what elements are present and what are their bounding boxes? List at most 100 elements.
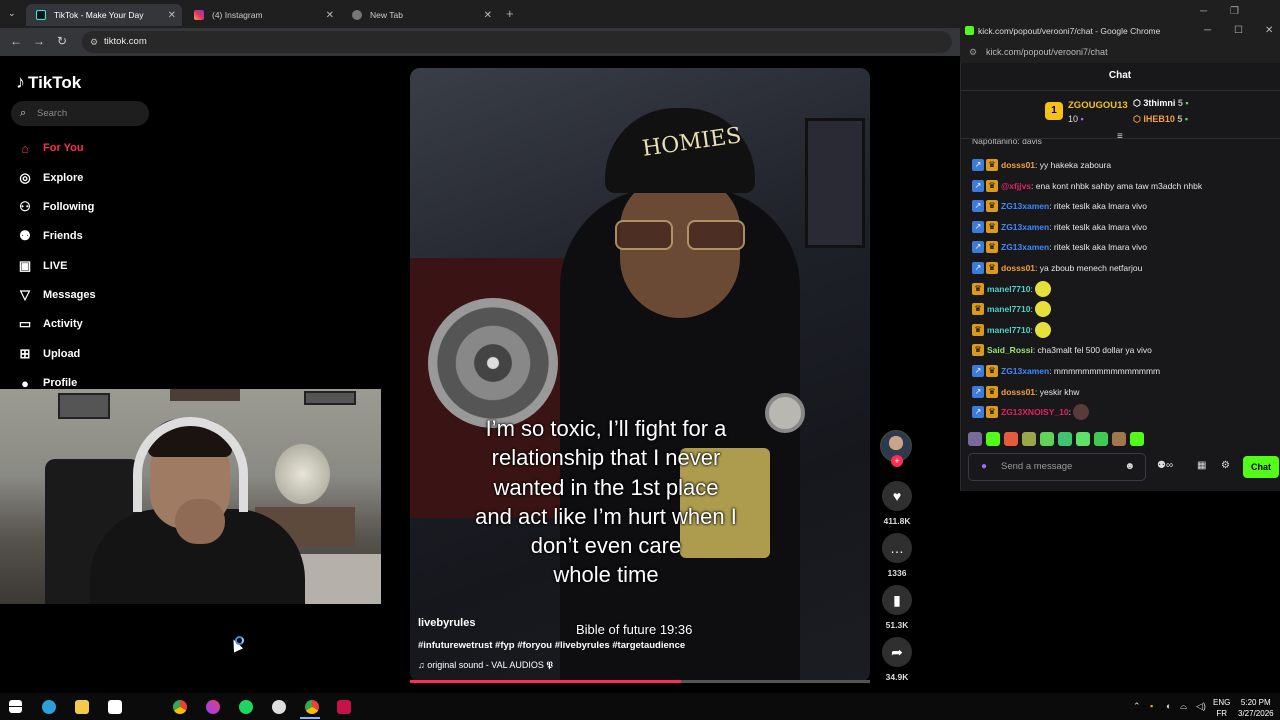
emoji-icon[interactable]: ☻ (1124, 454, 1135, 480)
tiktok-logo[interactable]: ♪ TikTok (16, 72, 81, 93)
chat-username[interactable]: dosss01 (1001, 387, 1035, 397)
chat-message[interactable]: ♛ manel7710: (972, 320, 1051, 340)
emote-icon[interactable] (1022, 432, 1036, 446)
nav-explore[interactable]: ◎ Explore (16, 168, 83, 188)
chat-username[interactable]: dosss01 (1001, 160, 1035, 170)
chat-message[interactable]: ↗ ♛ ZG13xamen: ritek teslk aka lmara vivo (972, 196, 1147, 216)
emote-icon[interactable] (1112, 432, 1126, 446)
share-button[interactable]: ➦ (882, 637, 912, 667)
emote-icon[interactable] (1040, 432, 1054, 446)
video-sound[interactable]: ♫ original sound - VAL AUDIOS 𝕻 (418, 660, 553, 671)
close-tab-icon[interactable]: ✕ (326, 10, 334, 21)
kick-url-bar[interactable]: ⚙ kick.com/popout/verooni7/chat (960, 42, 1280, 63)
chat-message[interactable]: ↗ ♛ ZG13XNOISY_10: (972, 402, 1089, 422)
close-tab-icon[interactable]: ✕ (168, 10, 176, 21)
browser-restore-icon[interactable]: ❐ (1230, 6, 1239, 17)
obs-icon[interactable] (272, 700, 286, 714)
emote-icon[interactable] (1130, 432, 1144, 446)
close-tab-icon[interactable]: ✕ (484, 10, 492, 21)
windows-start-icon[interactable] (9, 700, 22, 713)
chat-message-input[interactable]: ● Send a message ☻ (968, 453, 1146, 481)
leaderboard-user-3[interactable]: ⬡ IHEB10 5 ▪ (1133, 114, 1188, 125)
video-progress-bar[interactable] (410, 680, 870, 683)
forward-icon[interactable]: → (33, 34, 45, 48)
leaderboard-top-user[interactable]: ZGOUGOU13 (1068, 100, 1128, 111)
chat-message[interactable]: ↗ ♛ dosss01: ya zboub menech netfarjou (972, 258, 1142, 278)
tab-search-icon[interactable]: ⌄ (8, 8, 16, 19)
new-tab-button[interactable]: + (506, 6, 514, 21)
chat-message[interactable]: ↗ ♛ ZG13xamen: ritek teslk aka lmara vivo (972, 237, 1147, 257)
nav-live[interactable]: ▣ LIVE (16, 256, 68, 276)
users-icon[interactable]: ⚉∞ (1157, 460, 1173, 471)
nav-upload[interactable]: ⊞ Upload (16, 344, 81, 364)
chat-username[interactable]: Said_Rossi (987, 345, 1033, 355)
tray-chevron-icon[interactable]: ⌃ (1133, 701, 1141, 712)
close-icon[interactable]: ✕ (1265, 20, 1273, 42)
microphone-icon[interactable]: ● (981, 454, 987, 480)
tab-instagram[interactable]: (4) Instagram ✕ (184, 4, 340, 26)
spotify-icon[interactable] (239, 700, 253, 714)
chat-message[interactable]: ↗ ♛ dosss01: yeskir khw (972, 382, 1079, 402)
nav-friends[interactable]: ⚉ Friends (16, 226, 83, 246)
tray-discord-icon[interactable]: ◐ (1166, 701, 1171, 711)
clock[interactable]: 5:20 PM 3/27/2026 (1238, 697, 1274, 719)
tab-new-tab[interactable]: New Tab ✕ (342, 4, 498, 26)
app-icon[interactable] (337, 700, 351, 714)
back-icon[interactable]: ← (10, 34, 22, 48)
chat-message[interactable]: ♛ manel7710: (972, 299, 1051, 319)
emote-icon[interactable] (1094, 432, 1108, 446)
language-indicator[interactable]: ENG FR (1213, 697, 1230, 719)
chat-message[interactable]: ↗ ♛ dosss01: yy hakeka zaboura (972, 155, 1111, 175)
search-input[interactable]: ⌕ Search (11, 101, 149, 126)
nav-for-you[interactable]: ⌂ For You (16, 138, 83, 158)
emote-icon[interactable] (1058, 432, 1072, 446)
leaderboard-user-2[interactable]: ⬡ 3thimni 5 ▪ (1133, 98, 1189, 109)
volume-icon[interactable]: ◁) (1196, 701, 1206, 712)
maximize-icon[interactable]: ☐ (1234, 20, 1243, 42)
like-button[interactable]: ♥ (882, 481, 912, 511)
chat-message[interactable]: ↗ ♛ ZG13xamen: mmmmmmmmmmmmmmm (972, 361, 1160, 381)
tray-app-icon[interactable]: ▪ (1150, 701, 1153, 711)
chat-username[interactable]: @xfjjvs (1001, 181, 1031, 191)
tab-tiktok[interactable]: TikTok - Make Your Day ✕ (26, 4, 182, 26)
chat-username[interactable]: ZG13xamen (1001, 366, 1049, 376)
nav-messages[interactable]: ▽ Messages (16, 285, 96, 305)
emote-icon[interactable] (1076, 432, 1090, 446)
address-bar[interactable]: ⚙ tiktok.com (82, 31, 952, 53)
video-player[interactable]: HOMIES (410, 68, 870, 682)
save-button[interactable]: ▮ (882, 585, 912, 615)
messenger-icon[interactable] (206, 700, 220, 714)
chat-username[interactable]: ZG13xamen (1001, 242, 1049, 252)
chat-username[interactable]: manel7710 (987, 304, 1030, 314)
emote-icon[interactable] (986, 432, 1000, 446)
reload-icon[interactable]: ↻ (57, 34, 67, 48)
chat-send-button[interactable]: Chat (1243, 456, 1279, 478)
video-hashtags[interactable]: #infuturewetrust #fyp #foryou #livebyrul… (418, 640, 685, 651)
emote-icon[interactable] (968, 432, 982, 446)
chat-username[interactable]: manel7710 (987, 325, 1030, 335)
chrome-taskbar-icon[interactable] (173, 700, 187, 714)
video-author[interactable]: livebyrules (418, 617, 475, 629)
browser-minimize-icon[interactable]: ─ (1200, 6, 1207, 17)
emote-quick-bar[interactable] (968, 432, 1144, 446)
comment-button[interactable]: … (882, 533, 912, 563)
nav-activity[interactable]: ▭ Activity (16, 314, 83, 334)
store-icon[interactable] (108, 700, 122, 714)
emote-icon[interactable] (1004, 432, 1018, 446)
chat-message[interactable]: ♛ Said_Rossi: cha3malt fel 500 dollar ya … (972, 340, 1152, 360)
chat-username[interactable]: ZG13XNOISY_10 (1001, 407, 1069, 417)
chat-username[interactable]: dosss01 (1001, 263, 1035, 273)
edge-icon[interactable] (42, 700, 56, 714)
follow-plus-icon[interactable]: + (891, 455, 903, 467)
network-icon[interactable]: ⌓ (1180, 701, 1187, 712)
chat-message[interactable]: ↗ ♛ ZG13xamen: ritek teslk aka lmara vivo (972, 217, 1147, 237)
site-info-icon[interactable]: ⚙ (969, 42, 977, 63)
chat-username[interactable]: ZG13xamen (1001, 201, 1049, 211)
nav-following[interactable]: ⚇ Following (16, 197, 94, 217)
gift-box-icon[interactable]: ▦ (1197, 460, 1206, 471)
chat-message-list[interactable]: ↗ ♛ dosss01: yy hakeka zaboura ↗ ♛ @xfjjvs: e… (960, 139, 1280, 429)
site-info-icon[interactable]: ⚙ (90, 31, 98, 53)
settings-gear-icon[interactable]: ⚙ (1221, 460, 1230, 471)
chat-message[interactable]: ↗ ♛ @xfjjvs: ena kont nhbk sahby ama taw m… (972, 176, 1202, 196)
minimize-icon[interactable]: ─ (1204, 20, 1211, 42)
